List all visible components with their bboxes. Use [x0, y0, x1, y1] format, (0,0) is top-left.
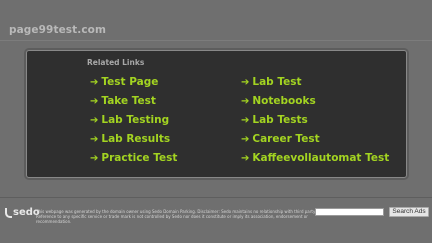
search-ads-input[interactable] — [315, 208, 384, 216]
footer-disclaimer: This webpage was generated by the domain… — [36, 209, 341, 224]
arrow-right-icon: ➔ — [241, 95, 250, 107]
search-ads-button[interactable]: Search Ads — [389, 207, 429, 217]
parked-page: page99test.com Related Links ➔ Test Page… — [0, 0, 432, 243]
related-link[interactable]: ➔ Lab Test — [241, 76, 302, 88]
arrow-right-icon: ➔ — [241, 114, 250, 126]
arrow-right-icon: ➔ — [90, 114, 99, 126]
sedo-mark-icon — [5, 207, 12, 218]
arrow-right-icon: ➔ — [90, 95, 99, 107]
related-link-label: Practice Test — [101, 152, 178, 164]
related-link-label: Lab Tests — [252, 114, 308, 126]
related-link-label: Take Test — [101, 95, 156, 107]
domain-title: page99test.com — [9, 24, 107, 36]
related-link[interactable]: ➔ Lab Results — [90, 133, 170, 145]
related-link[interactable]: ➔ Take Test — [90, 95, 156, 107]
arrow-right-icon: ➔ — [90, 76, 99, 88]
related-link-label: Lab Test — [252, 76, 302, 88]
related-link[interactable]: ➔ Test Page — [90, 76, 158, 88]
related-link[interactable]: ➔ Career Test — [241, 133, 320, 145]
related-link[interactable]: ➔ Lab Tests — [241, 114, 308, 126]
arrow-right-icon: ➔ — [241, 76, 250, 88]
related-link-label: Kaffeevollautomat Test — [252, 152, 390, 164]
arrow-right-icon: ➔ — [241, 133, 250, 145]
related-link-label: Notebooks — [252, 95, 316, 107]
related-link[interactable]: ➔ Practice Test — [90, 152, 177, 164]
sedo-logo[interactable]: sedo — [5, 207, 40, 218]
related-link-label: Test Page — [101, 76, 159, 88]
related-link-label: Career Test — [252, 133, 320, 145]
related-links-heading: Related Links — [87, 58, 145, 67]
related-link[interactable]: ➔ Lab Testing — [90, 114, 169, 126]
related-link[interactable]: ➔ Kaffeevollautomat Test — [241, 152, 389, 164]
arrow-right-icon: ➔ — [241, 152, 250, 164]
related-link-label: Lab Testing — [101, 114, 170, 126]
related-link-label: Lab Results — [101, 133, 171, 145]
arrow-right-icon: ➔ — [90, 133, 99, 145]
related-link[interactable]: ➔ Notebooks — [241, 95, 316, 107]
arrow-right-icon: ➔ — [90, 152, 99, 164]
header-divider — [0, 40, 432, 41]
